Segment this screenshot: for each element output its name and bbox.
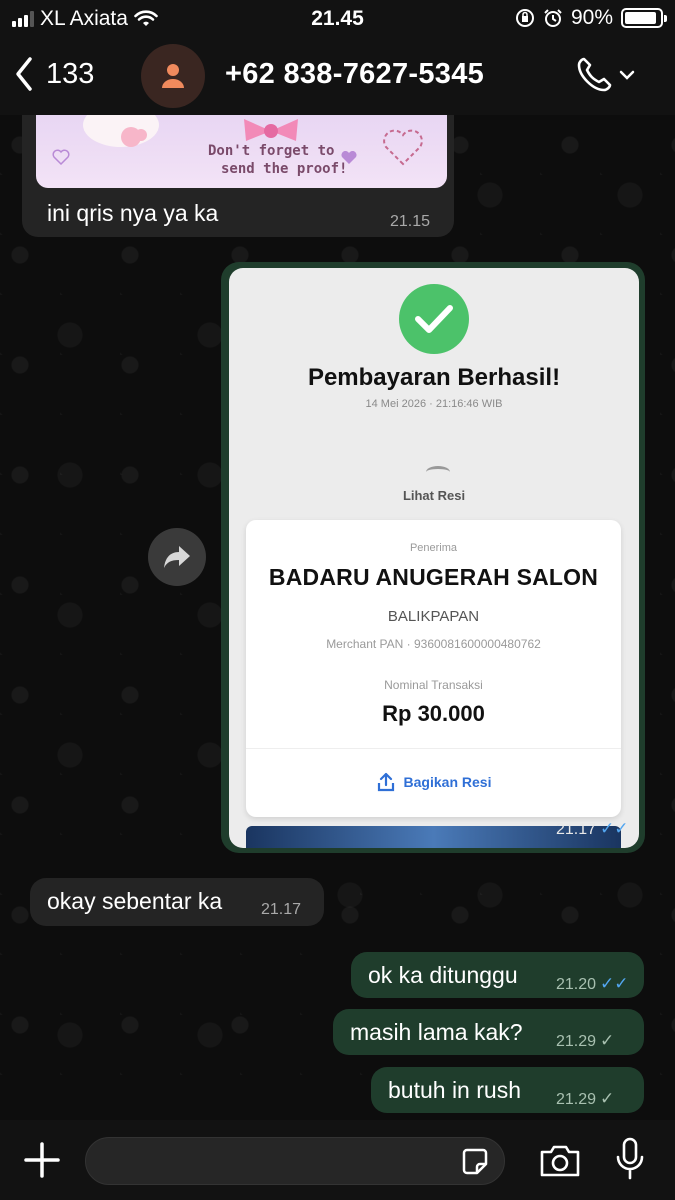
unread-count: 133 xyxy=(46,57,95,90)
forward-button[interactable] xyxy=(148,528,206,586)
receipt-card: Penerima BADARU ANUGERAH SALON BALIKPAPA… xyxy=(246,520,621,817)
chevron-up-icon xyxy=(426,466,450,478)
payment-receipt-image[interactable]: Pembayaran Berhasil! 14 Mei 2026 · 21:16… xyxy=(229,268,639,848)
transaction-amount: Rp 30.000 xyxy=(382,701,485,726)
message-time: 21.17 xyxy=(261,901,302,918)
message-time: 21.15 xyxy=(390,213,431,230)
payment-title: Pembayaran Berhasil! xyxy=(307,364,561,391)
phone-icon xyxy=(577,57,612,92)
sticker-caption: Don't forget to send the proof! xyxy=(208,142,347,178)
person-icon xyxy=(162,64,184,88)
sticker-caption-line-1: Don't forget to xyxy=(208,143,335,159)
double-check-icon: ✓✓ xyxy=(600,819,629,838)
merchant-name: BADARU ANUGERAH SALON xyxy=(268,564,599,590)
double-check-icon: ✓✓ xyxy=(600,974,629,993)
contact-name[interactable]: +62 838-7627-5345 xyxy=(225,58,484,91)
sticker-image[interactable]: Don't forget to send the proof! xyxy=(36,115,447,188)
message-text: masih lama kak? xyxy=(350,1019,523,1045)
avatar[interactable] xyxy=(141,44,205,108)
chevron-left-icon xyxy=(16,57,32,91)
status-indicators: 90% xyxy=(515,6,667,30)
divider xyxy=(246,748,621,749)
message-text: ok ka ditunggu xyxy=(368,962,518,988)
sticker-icon[interactable] xyxy=(460,1147,490,1177)
call-button[interactable] xyxy=(575,56,635,94)
message-bubble-outgoing[interactable]: ok ka ditunggu 21.20 ✓✓ xyxy=(351,952,644,998)
orientation-lock-icon xyxy=(515,9,534,27)
message-bubble-incoming[interactable]: okay sebentar ka 21.17 xyxy=(30,878,324,926)
merchant-city: BALIKPAPAN xyxy=(387,608,480,625)
chevron-down-icon xyxy=(619,70,635,80)
message-time: 21.29 ✓ xyxy=(556,1089,614,1109)
message-text: butuh in rush xyxy=(388,1077,521,1103)
plus-icon[interactable] xyxy=(22,1140,62,1180)
message-bubble-outgoing[interactable]: masih lama kak? 21.29 ✓ xyxy=(333,1009,644,1055)
share-receipt-label: Bagikan Resi xyxy=(403,774,492,790)
message-time: 21.20 ✓✓ xyxy=(556,974,629,994)
success-check-icon xyxy=(399,284,469,354)
bunny-icon xyxy=(83,115,159,147)
message-text: ini qris nya ya ka xyxy=(47,200,219,226)
view-receipt-label: Lihat Resi xyxy=(402,488,466,503)
heart-outline-icon xyxy=(383,129,423,166)
heart-icon xyxy=(52,149,70,165)
image-time-text: 21.17 xyxy=(556,821,597,838)
message-time-text: 21.29 xyxy=(556,1091,597,1108)
input-bar xyxy=(0,1120,675,1200)
status-bar: XL Axiata 21.45 90% xyxy=(0,0,675,38)
payment-date: 14 Mei 2026 · 21:16:46 WIB xyxy=(365,398,503,410)
message-time: 21.17 ✓✓ xyxy=(556,819,629,839)
recipient-label: Penerima xyxy=(409,542,458,554)
forward-arrow-icon xyxy=(164,546,190,568)
microphone-icon[interactable] xyxy=(615,1137,645,1181)
message-time-text: 21.20 xyxy=(556,976,597,993)
message-bubble-outgoing[interactable]: butuh in rush 21.29 ✓ xyxy=(371,1067,644,1113)
camera-icon[interactable] xyxy=(538,1143,582,1179)
share-receipt-button: Bagikan Resi xyxy=(246,772,621,792)
battery-icon xyxy=(621,8,667,28)
message-text: okay sebentar ka xyxy=(47,888,223,914)
chat-header: 133 +62 838-7627-5345 xyxy=(0,38,675,115)
message-input[interactable] xyxy=(85,1137,505,1185)
sticker-caption-line-2: send the proof! xyxy=(221,161,348,177)
message-time-text: 21.29 xyxy=(556,1033,597,1050)
share-icon xyxy=(377,772,394,792)
bow-decoration-icon xyxy=(244,119,298,141)
single-check-icon: ✓ xyxy=(600,1031,615,1050)
back-button[interactable]: 133 xyxy=(14,56,94,92)
battery-percent: 90% xyxy=(570,6,613,29)
alarm-icon xyxy=(544,9,562,27)
single-check-icon: ✓ xyxy=(600,1089,615,1108)
merchant-pan: Merchant PAN · 9360081600000480762 xyxy=(326,637,541,651)
message-time: 21.29 ✓ xyxy=(556,1031,614,1051)
amount-label: Nominal Transaksi xyxy=(384,678,483,692)
